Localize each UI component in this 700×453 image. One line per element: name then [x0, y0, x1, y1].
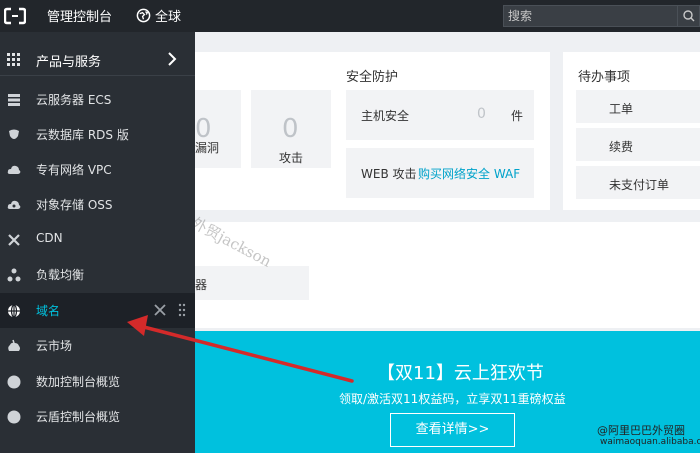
sidebar-item-market[interactable]: 云市场 — [0, 328, 195, 363]
web-attack-label: WEB 攻击 — [361, 167, 417, 181]
web-attack-row: WEB 攻击 购买网络安全 WAF — [346, 148, 534, 198]
domain-globe-icon — [8, 304, 20, 318]
console-home-link[interactable]: 管理控制台 — [47, 6, 112, 25]
aliyun-logo-icon[interactable] — [4, 7, 26, 25]
security-title: 安全防护 — [346, 70, 399, 85]
sidebar-item-label: 对象存储 OSS — [36, 198, 113, 212]
banner-subtitle: 领取/激活双11权益码，立享双11重磅权益 — [339, 392, 566, 406]
sidebar-item-cdn[interactable]: CDN — [0, 222, 195, 257]
sidebar-item-slb[interactable]: 负载均衡 — [0, 257, 195, 292]
server-icon — [8, 94, 20, 106]
resource-panel: 器 — [195, 222, 700, 328]
chevron-right-icon — [168, 52, 177, 66]
todo-card: 待办事项 工单 续费 未支付订单 — [563, 52, 700, 210]
sidebar-item-rds[interactable]: 云数据库 RDS 版 — [0, 117, 195, 152]
drag-handle-icon[interactable] — [177, 303, 187, 317]
globe-icon[interactable] — [136, 8, 151, 23]
todo-item-renewal[interactable]: 续费 — [576, 128, 700, 161]
banner-title: 【双11】云上狂欢节 — [377, 363, 544, 384]
sidebar-item-cloudshield[interactable]: 云盾控制台概览 — [0, 399, 195, 434]
search-button[interactable] — [677, 6, 699, 26]
search-icon — [683, 10, 695, 22]
sidebar-item-dataplus[interactable]: 数加控制台概览 — [0, 364, 195, 399]
todo-item-label: 未支付订单 — [609, 178, 670, 192]
cdn-icon — [8, 234, 20, 246]
sidebar-item-label: 数加控制台概览 — [36, 375, 121, 389]
host-security-count: 0 — [477, 106, 486, 122]
search-box — [503, 5, 700, 27]
product-sidebar: 产品与服务 云服务器 ECS 云数据库 RDS 版 专有网络 VPC 对象存储 … — [0, 32, 195, 453]
sidebar-item-label: 域名 — [36, 304, 61, 318]
buy-waf-link[interactable]: 购买网络安全 WAF — [418, 165, 520, 182]
sidebar-item-oss[interactable]: 对象存储 OSS — [0, 187, 195, 222]
close-icon[interactable] — [153, 303, 167, 317]
cloud-network-icon — [7, 165, 21, 174]
circle-icon — [7, 410, 21, 424]
watermark-brand: @阿里巴巴外贸圈 — [597, 424, 685, 437]
database-icon — [9, 129, 19, 139]
market-icon — [8, 339, 20, 351]
region-selector[interactable]: 全球 — [155, 6, 181, 25]
products-services-label: 产品与服务 — [36, 55, 102, 70]
attack-count: 0 — [282, 114, 299, 144]
sidebar-item-ecs[interactable]: 云服务器 ECS — [0, 82, 195, 117]
vulnerability-tile[interactable]: 0 漏洞 — [195, 90, 241, 168]
todo-item-unpaid-orders[interactable]: 未支付订单 — [576, 166, 700, 199]
attack-label: 攻击 — [279, 151, 304, 165]
watermark-url: waimaoquan.alibaba.com — [600, 437, 700, 447]
todo-item-label: 续费 — [609, 140, 634, 154]
resource-tile[interactable]: 器 — [195, 266, 309, 300]
sidebar-item-label: 专有网络 VPC — [36, 163, 112, 177]
sidebar-item-label: 云市场 — [36, 339, 73, 353]
sidebar-item-vpc[interactable]: 专有网络 VPC — [0, 152, 195, 187]
host-security-row[interactable]: 主机安全 0 件 — [346, 90, 534, 140]
products-services-menu[interactable]: 产品与服务 — [0, 42, 195, 77]
todo-title: 待办事项 — [578, 70, 631, 85]
sidebar-divider — [0, 75, 195, 76]
resource-tile-label: 器 — [195, 278, 208, 292]
host-security-label: 主机安全 — [361, 109, 410, 123]
top-navigation-bar: 管理控制台 全球 — [0, 0, 700, 32]
circle-icon — [7, 375, 21, 389]
sidebar-item-label: 云服务器 ECS — [36, 93, 112, 107]
attack-tile[interactable]: 0 攻击 — [251, 90, 331, 168]
grid-icon — [7, 53, 20, 66]
todo-item-label: 工单 — [609, 102, 634, 116]
overview-card: 0 漏洞 0 攻击 安全防护 主机安全 0 件 WEB 攻击 购买网络安全 WA… — [195, 52, 550, 210]
sidebar-item-label: 云盾控制台概览 — [36, 410, 121, 424]
view-details-button[interactable]: 查看详情>> — [390, 413, 515, 447]
todo-item-tickets[interactable]: 工单 — [576, 90, 700, 123]
sidebar-item-label: CDN — [36, 231, 63, 245]
vulnerability-label: 漏洞 — [195, 141, 220, 155]
cloud-storage-icon — [7, 200, 21, 209]
sidebar-item-label: 负载均衡 — [36, 268, 85, 282]
sidebar-item-domain[interactable]: 域名 — [0, 293, 195, 328]
search-input[interactable] — [508, 7, 673, 25]
load-balancer-icon — [7, 268, 21, 282]
sidebar-item-label: 云数据库 RDS 版 — [36, 128, 129, 142]
host-security-unit: 件 — [511, 109, 524, 123]
